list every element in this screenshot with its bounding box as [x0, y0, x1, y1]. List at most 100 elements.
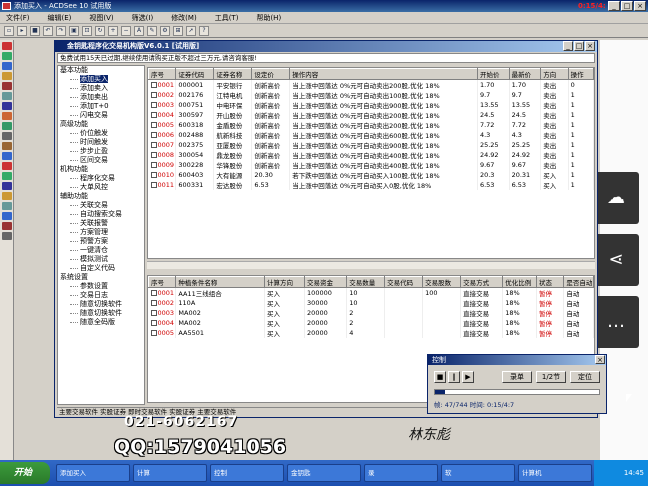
taskbar-item[interactable]: 计算机 — [518, 464, 592, 482]
row-checkbox[interactable] — [150, 132, 157, 138]
table-row[interactable]: 0009 300228 华锋股份 创新高价 当上涨中回落达 0%元可自动卖出400股,优… — [148, 160, 594, 170]
undo-icon[interactable]: ↶ — [43, 25, 53, 36]
taskbar-item[interactable]: 控制 — [210, 464, 284, 482]
redo-icon[interactable]: ↷ — [56, 25, 66, 36]
palette-tool-icon[interactable] — [2, 222, 12, 230]
menu-tools[interactable]: 工具(T) — [215, 13, 239, 23]
column-header[interactable]: 是否自动 — [563, 276, 594, 288]
tree-item[interactable]: 关联报警 — [58, 219, 144, 228]
row-checkbox[interactable] — [150, 172, 157, 178]
share-icon[interactable]: ⋖ — [593, 234, 639, 286]
orders-scrollbar[interactable] — [147, 261, 595, 269]
app-maximize-button[interactable]: □ — [574, 41, 584, 51]
column-header[interactable]: 开始价 — [476, 68, 510, 80]
table-row[interactable]: 0004 MA002 买入 20000 2 直接交易 18% 暂停 自动 — [148, 318, 594, 328]
tree-item[interactable]: 步步止盈 — [58, 147, 144, 156]
tree-group[interactable]: 辅助功能 — [58, 192, 144, 201]
tree-item[interactable]: 自动搜索交易 — [58, 210, 144, 219]
table-row[interactable]: 0001 AA11三线组合 买入 100000 10 100 直接交易 18% 暂停 自动 — [148, 287, 594, 298]
brush-icon[interactable]: ✎ — [147, 25, 157, 36]
close-button[interactable]: × — [634, 1, 646, 11]
menu-filter[interactable]: 筛选(I) — [132, 13, 154, 23]
table-row[interactable]: 0003 MA002 买入 20000 2 直接交易 18% 暂停 自动 — [148, 308, 594, 318]
palette-tool-icon[interactable] — [2, 232, 12, 240]
row-checkbox[interactable] — [150, 122, 157, 128]
menu-view[interactable]: 视图(V) — [89, 13, 113, 23]
player-close-button[interactable]: × — [595, 355, 605, 364]
play-icon[interactable]: ▶ — [462, 371, 474, 383]
chapter-button[interactable]: 1/2节 — [536, 371, 566, 383]
table-row[interactable]: 0008 300054 鼎龙股份 创新高价 当上涨中回落达 0%元可自动卖出400股,优… — [148, 150, 594, 160]
tree-item[interactable]: 闪电交易 — [58, 111, 144, 120]
row-checkbox[interactable] — [150, 310, 157, 316]
table-row[interactable]: 0002 002176 江特电机 创新高价 当上涨中回落达 0%元可自动卖出100股,优… — [148, 90, 594, 100]
start-button[interactable]: 开始 — [0, 462, 50, 484]
rotate-icon[interactable]: ↻ — [95, 25, 105, 36]
app-minimize-button[interactable]: _ — [563, 41, 573, 51]
palette-tool-icon[interactable] — [2, 42, 12, 50]
tree-item[interactable]: 随意全码版 — [58, 318, 144, 327]
palette-tool-icon[interactable] — [2, 162, 12, 170]
palette-tool-icon[interactable] — [2, 122, 12, 130]
text-icon[interactable]: A — [134, 25, 144, 36]
palette-tool-icon[interactable] — [2, 52, 12, 60]
stop-icon[interactable]: ■ — [434, 371, 446, 383]
tree-item[interactable]: 模拟测试 — [58, 255, 144, 264]
tree-item[interactable]: 程序化交易 — [58, 174, 144, 183]
column-header[interactable]: 交易资金 — [304, 276, 348, 288]
tree-item[interactable]: 预警方案 — [58, 237, 144, 246]
tree-item[interactable]: 添加卖入 — [58, 84, 144, 93]
table-row[interactable]: 0011 600331 宏达股份 6.53 当上涨中回落达 0%元可自动买入0股,优化 … — [148, 180, 594, 190]
tree-item[interactable]: 区间交易 — [58, 156, 144, 165]
chat-icon[interactable]: … — [593, 296, 639, 348]
tree-item[interactable]: 时间触发 — [58, 138, 144, 147]
menu-help[interactable]: 帮助(H) — [256, 13, 281, 23]
column-header[interactable]: 交易代码 — [384, 276, 424, 288]
zoom-in-icon[interactable]: + — [108, 25, 118, 36]
column-header[interactable]: 操作 — [567, 68, 594, 80]
row-checkbox[interactable] — [150, 182, 157, 188]
row-checkbox[interactable] — [150, 290, 157, 296]
tree-group[interactable]: 高级功能 — [58, 120, 144, 129]
pause-icon[interactable]: ‖ — [448, 371, 460, 383]
palette-tool-icon[interactable] — [2, 72, 12, 80]
tree-group[interactable]: 基本功能 — [58, 66, 144, 75]
playback-progress[interactable] — [434, 389, 600, 395]
row-checkbox[interactable] — [150, 142, 157, 148]
tree-item[interactable]: 添加T+0 — [58, 102, 144, 111]
taskbar-item[interactable]: 软 — [441, 464, 515, 482]
new-icon[interactable]: ▫ — [4, 25, 14, 36]
table-row[interactable]: 0001 000001 平安银行 创新高价 当上涨中回落达 0%元可自动卖出200股,优… — [148, 79, 594, 90]
palette-tool-icon[interactable] — [2, 112, 12, 120]
taskbar-item[interactable]: 金钥匙 — [287, 464, 361, 482]
column-header[interactable]: 序号 — [148, 68, 177, 80]
row-checkbox[interactable] — [150, 300, 157, 306]
tree-item[interactable]: 随意切换软件 — [58, 300, 144, 309]
menu-modify[interactable]: 修改(M) — [171, 13, 197, 23]
taskbar-item[interactable]: 录 — [364, 464, 438, 482]
select-icon[interactable]: ▣ — [69, 25, 79, 36]
help-icon[interactable]: ? — [199, 25, 209, 36]
row-checkbox[interactable] — [150, 112, 157, 118]
table-row[interactable]: 0010 600403 大有能源 20.30 若下跌中回落达 0%元可自动买入100股,… — [148, 170, 594, 180]
palette-tool-icon[interactable] — [2, 142, 12, 150]
zoom-out-icon[interactable]: − — [121, 25, 131, 36]
column-header[interactable]: 序号 — [148, 276, 177, 288]
row-checkbox[interactable] — [150, 152, 157, 158]
tree-item[interactable]: 价位触发 — [58, 129, 144, 138]
app-close-button[interactable]: × — [585, 41, 595, 51]
menu-file[interactable]: 文件(F) — [6, 13, 30, 23]
tree-group[interactable]: 系统设置 — [58, 273, 144, 282]
taskbar-item[interactable]: 添加买入 — [56, 464, 130, 482]
palette-tool-icon[interactable] — [2, 92, 12, 100]
crop-icon[interactable]: ⊡ — [82, 25, 92, 36]
cloud-sync-icon[interactable]: ☁ — [593, 172, 639, 224]
column-header[interactable]: 交易数量 — [346, 276, 386, 288]
tree-item[interactable]: 自定义代码 — [58, 264, 144, 273]
arrow-icon[interactable]: ➚ — [186, 25, 196, 36]
palette-tool-icon[interactable] — [2, 62, 12, 70]
palette-tool-icon[interactable] — [2, 202, 12, 210]
taskbar-item[interactable]: 计算 — [133, 464, 207, 482]
palette-tool-icon[interactable] — [2, 182, 12, 190]
row-checkbox[interactable] — [150, 330, 157, 336]
